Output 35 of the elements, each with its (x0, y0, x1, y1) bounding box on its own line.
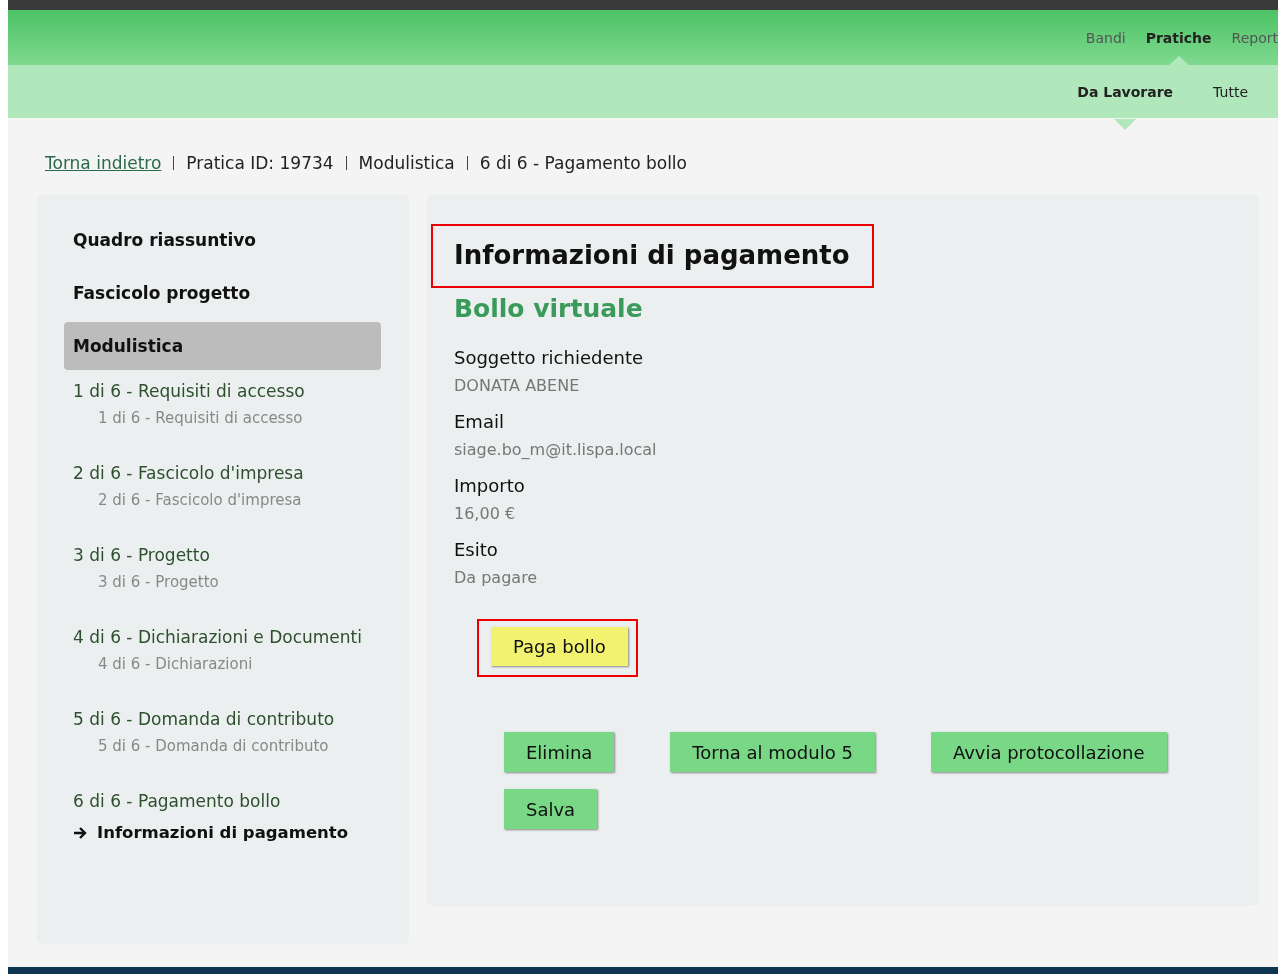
sidebar-item[interactable]: 4 di 6 - Dichiarazioni e Documenti (64, 628, 381, 647)
nav-tab[interactable]: Bandi (1085, 30, 1126, 46)
action-button[interactable]: Salva (504, 789, 598, 829)
subnav-tab[interactable]: Da Lavorare (1077, 84, 1174, 100)
field-label: Importo (454, 475, 526, 496)
action-button[interactable]: Elimina (504, 732, 615, 772)
sidebar-item[interactable]: 6 di 6 - Pagamento bollo (64, 792, 381, 811)
arrow-icon (73, 826, 87, 839)
sidebar-item[interactable]: Fascicolo progetto (64, 269, 381, 317)
field-value: DONATA ABENE (454, 376, 581, 395)
nav-tab[interactable]: Pratiche (1145, 30, 1212, 46)
field-label: Email (454, 411, 505, 432)
action-button[interactable]: Torna al modulo 5 (670, 732, 875, 772)
breadcrumb-item: Pratica ID: 19734 (186, 153, 334, 173)
field-value: siage.bo_m@it.lispa.local (454, 440, 658, 459)
nav-tab[interactable]: Report (1231, 30, 1278, 46)
field-value: Da pagare (454, 568, 539, 587)
sidebar-item[interactable]: Quadro riassuntivo (64, 216, 381, 264)
subnav-tab[interactable]: Tutte (1213, 84, 1248, 100)
sidebar-item[interactable]: 3 di 6 - Progetto (64, 546, 381, 565)
action-button[interactable]: Avvia protocollazione (930, 732, 1167, 772)
field-label: Esito (454, 539, 499, 560)
breadcrumb-item: Modulistica (358, 153, 455, 173)
field-value: 16,00 € (454, 504, 517, 523)
back-link[interactable]: Torna indietro (45, 153, 162, 173)
breadcrumb-item: 6 di 6 - Pagamento bollo (479, 153, 687, 173)
pay-button[interactable]: Paga bollo (491, 627, 628, 666)
sidebar-item[interactable]: 2 di 6 - Fascicolo d'impresa (64, 464, 381, 483)
sidebar-item[interactable]: Informazioni di pagamento (64, 823, 381, 842)
sidebar-item[interactable]: 5 di 6 - Domanda di contributo (64, 710, 381, 729)
page-title: Informazioni di pagamento (454, 240, 850, 270)
field-label: Soggetto richiedente (454, 347, 645, 368)
section-title: Bollo virtuale (454, 294, 644, 323)
sidebar-item[interactable]: 1 di 6 - Requisiti di accesso (64, 382, 381, 401)
sidebar-item[interactable]: Modulistica (64, 322, 381, 370)
